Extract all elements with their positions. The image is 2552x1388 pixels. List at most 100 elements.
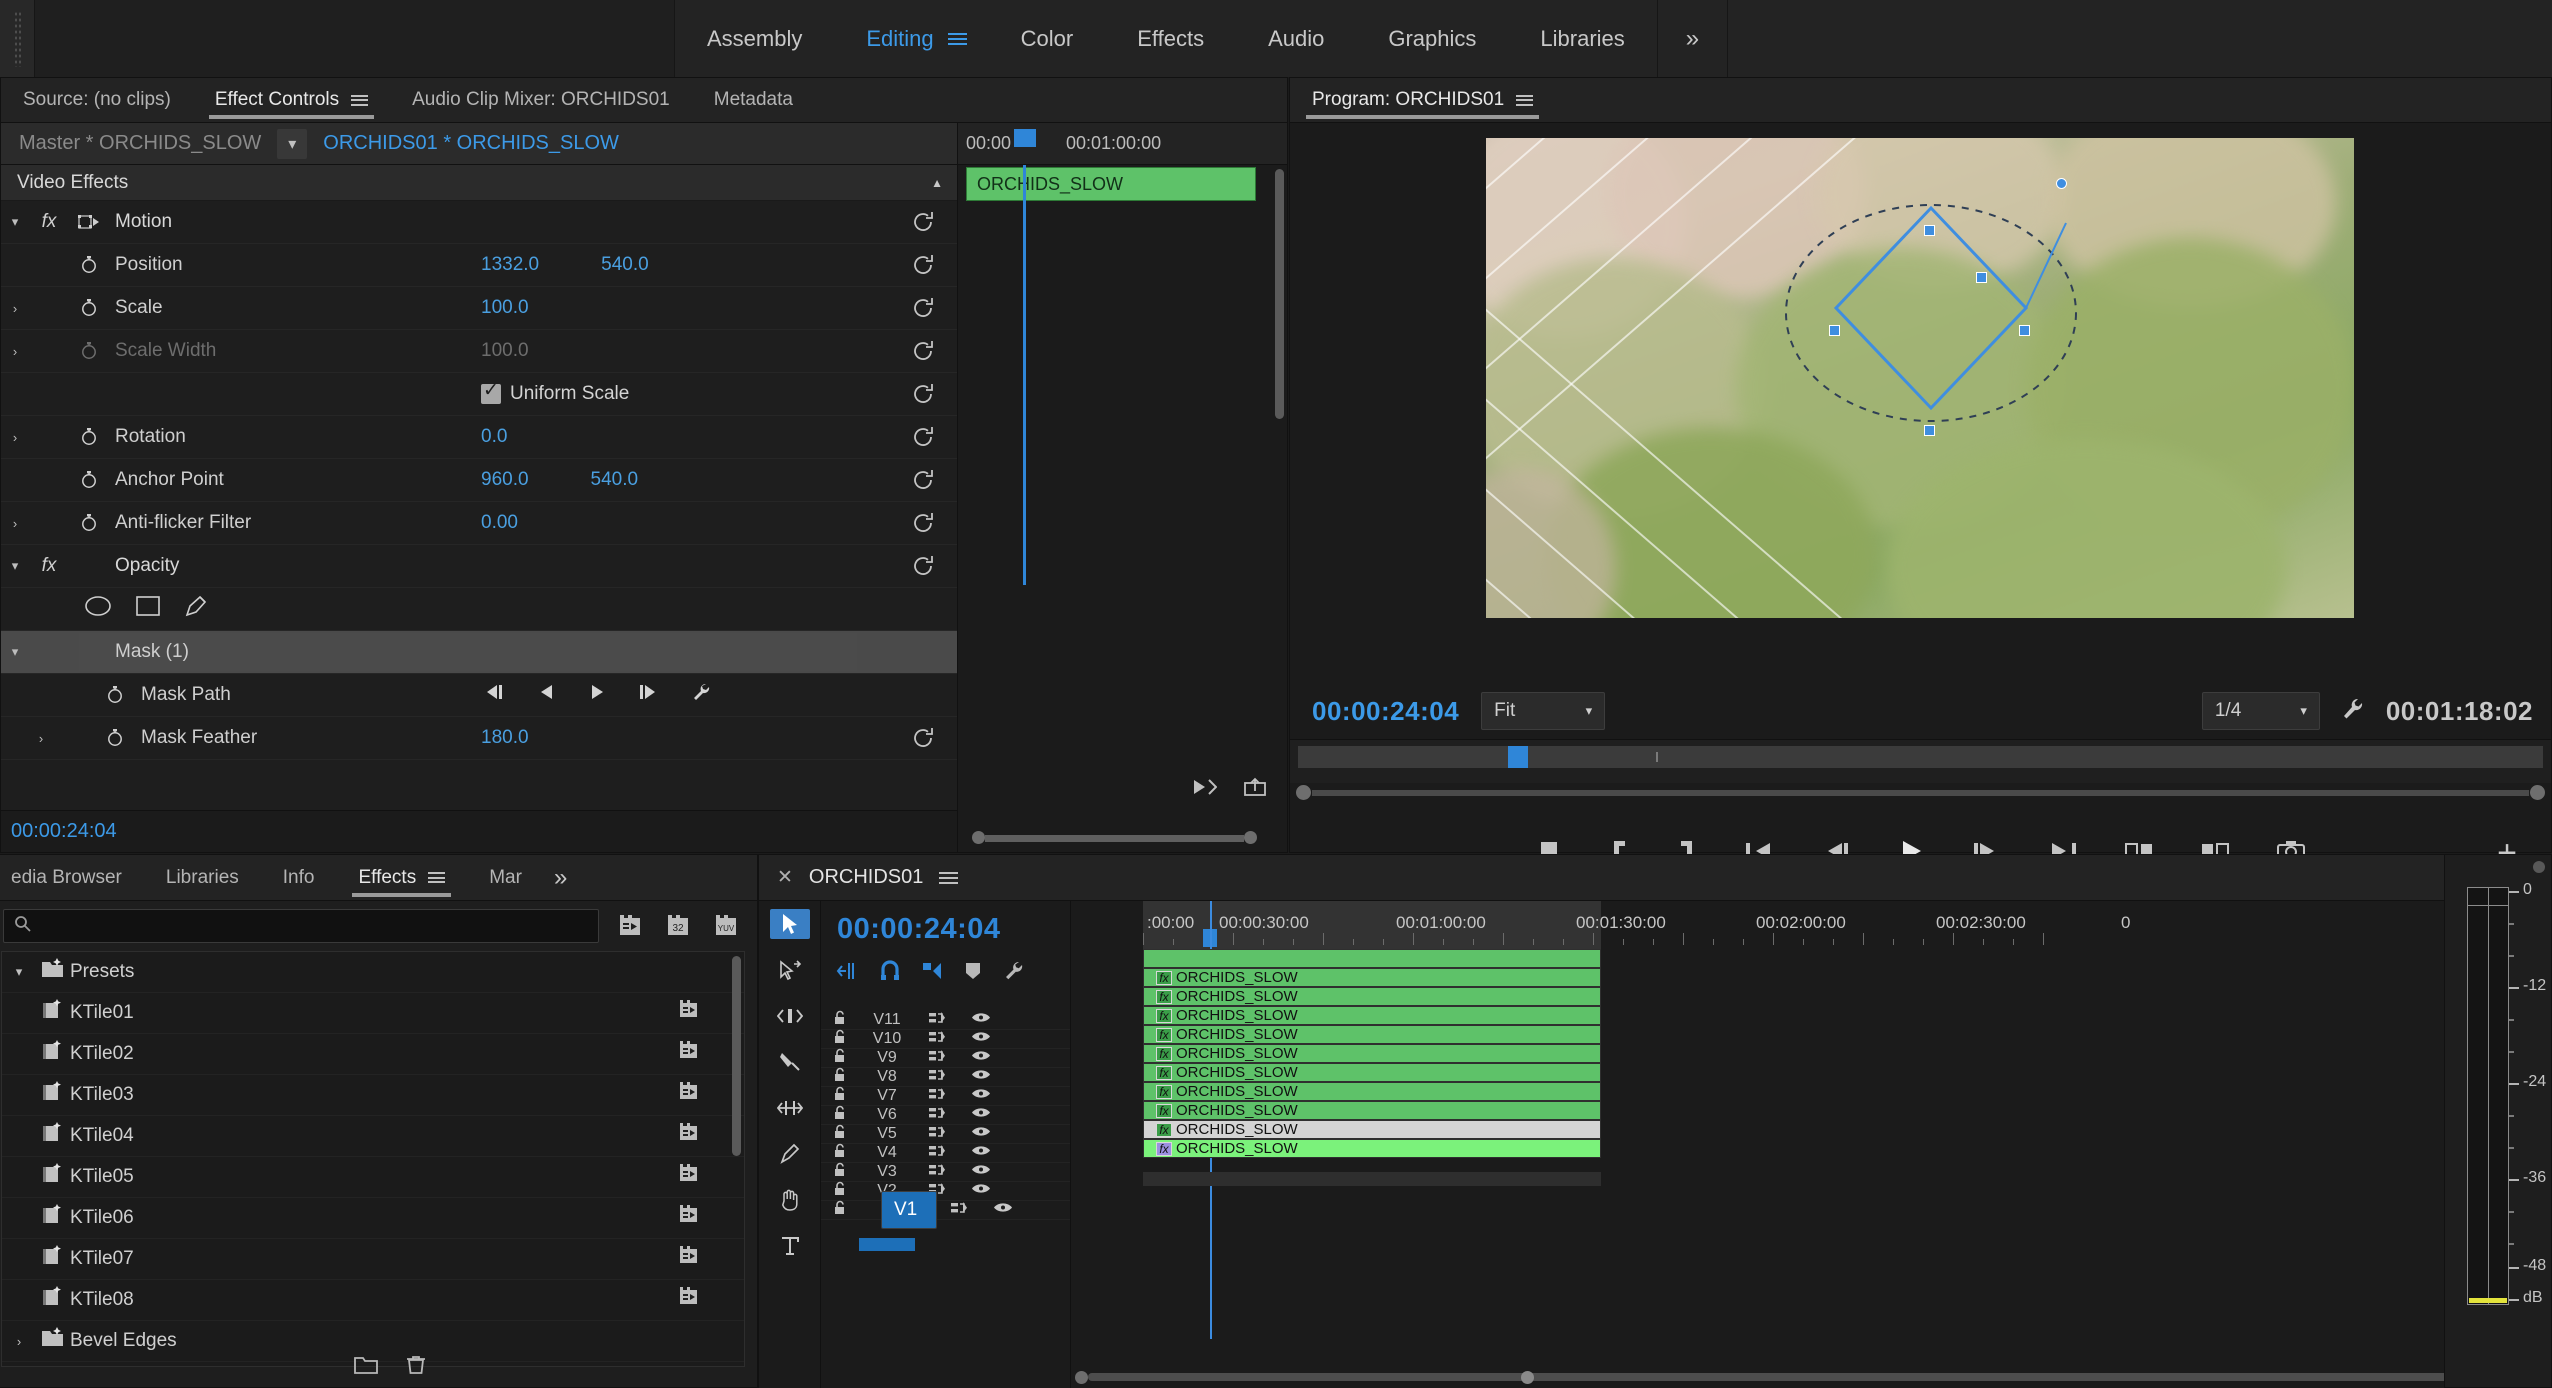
twirl-icon[interactable]: ▾ bbox=[1, 644, 29, 660]
ripple-edit-tool-icon[interactable] bbox=[770, 1001, 810, 1031]
close-icon[interactable]: ✕ bbox=[777, 866, 793, 889]
export-frame-icon[interactable] bbox=[1243, 777, 1267, 802]
track-header-v8[interactable]: V8 bbox=[821, 1067, 1070, 1087]
mask-feather-value[interactable]: 180.0 bbox=[481, 727, 529, 749]
track-header-v10[interactable]: V10 bbox=[821, 1029, 1070, 1049]
lock-icon[interactable] bbox=[821, 1162, 859, 1182]
reset-icon[interactable] bbox=[911, 339, 935, 363]
lock-icon[interactable] bbox=[821, 1086, 859, 1106]
reset-icon[interactable] bbox=[911, 468, 935, 492]
ellipse-mask-icon[interactable] bbox=[83, 594, 113, 624]
mask-tangent-handle[interactable] bbox=[1976, 272, 1987, 283]
timeline-horizontal-scrollbar[interactable] bbox=[1071, 1371, 2551, 1384]
track-visibility-icon[interactable] bbox=[959, 1049, 1003, 1067]
sync-lock-icon[interactable] bbox=[915, 1163, 959, 1182]
audio-track-area[interactable] bbox=[1143, 1172, 1601, 1186]
tree-item-presets[interactable]: ▾ Presets bbox=[2, 952, 744, 993]
razor-tool-icon[interactable] bbox=[770, 1047, 810, 1077]
mask-feather-handle[interactable] bbox=[2056, 178, 2067, 189]
track-header-v3[interactable]: V3 bbox=[821, 1162, 1070, 1182]
step-forward-icon[interactable] bbox=[637, 683, 661, 707]
lock-icon[interactable] bbox=[821, 1010, 859, 1030]
param-row-scale-width[interactable]: › Scale Width 100.0 bbox=[1, 330, 957, 373]
program-timeline-track[interactable] bbox=[1298, 746, 2543, 768]
lock-icon[interactable] bbox=[821, 1143, 859, 1163]
twirl-icon[interactable]: › bbox=[1, 301, 29, 316]
tree-item-ktile08[interactable]: KTile08 bbox=[2, 1280, 744, 1321]
delete-custom-items-icon[interactable] bbox=[405, 1354, 427, 1381]
linked-selection-icon[interactable] bbox=[921, 960, 943, 987]
track-visibility-icon[interactable] bbox=[959, 1087, 1003, 1105]
tree-item-ktile04[interactable]: KTile04 bbox=[2, 1116, 744, 1157]
chevron-down-icon[interactable]: ▾ bbox=[277, 128, 308, 159]
program-monitor-timeline[interactable] bbox=[1290, 739, 2551, 783]
effect-controls-time-ruler[interactable]: 00:00 00:01:00:00 bbox=[958, 123, 1287, 165]
selection-tool-icon[interactable] bbox=[769, 909, 810, 939]
rotation-value[interactable]: 0.0 bbox=[481, 426, 507, 448]
track-header-v11[interactable]: V11 bbox=[821, 1010, 1070, 1030]
position-y-value[interactable]: 540.0 bbox=[601, 254, 649, 276]
tab-audio-clip-mixer[interactable]: Audio Clip Mixer: ORCHIDS01 bbox=[390, 78, 692, 122]
track-header-v4[interactable]: V4 bbox=[821, 1143, 1070, 1163]
param-row-mask-path[interactable]: › Mask Path bbox=[1, 674, 957, 717]
track-header-v6[interactable]: V6 bbox=[821, 1105, 1070, 1125]
play-in-to-out-icon[interactable] bbox=[1191, 777, 1218, 802]
track-name-label[interactable]: V5 bbox=[859, 1125, 915, 1143]
tab-source[interactable]: Source: (no clips) bbox=[1, 78, 193, 122]
tab-media-browser[interactable]: edia Browser bbox=[0, 855, 144, 900]
stopwatch-icon[interactable] bbox=[69, 341, 109, 361]
program-zoom-scrollbar[interactable] bbox=[1290, 783, 2551, 813]
reset-icon[interactable] bbox=[911, 425, 935, 449]
audio-track-name-label[interactable] bbox=[859, 1237, 915, 1251]
anti-flicker-value[interactable]: 0.00 bbox=[481, 512, 518, 534]
reset-icon[interactable] bbox=[911, 554, 935, 578]
uniform-scale-control[interactable]: Uniform Scale bbox=[481, 379, 629, 405]
lock-icon[interactable] bbox=[821, 1048, 859, 1068]
active-clip-label[interactable]: ORCHIDS01 * ORCHIDS_SLOW bbox=[323, 132, 619, 155]
stopwatch-icon[interactable] bbox=[95, 685, 135, 705]
track-visibility-icon[interactable] bbox=[981, 1201, 1025, 1219]
sync-lock-icon[interactable] bbox=[915, 1030, 959, 1049]
track-visibility-icon[interactable] bbox=[959, 1106, 1003, 1124]
timeline-clip[interactable]: fx ORCHIDS_SLOW bbox=[1143, 1101, 1601, 1120]
track-visibility-icon[interactable] bbox=[959, 1144, 1003, 1162]
tree-item-ktile06[interactable]: KTile06 bbox=[2, 1198, 744, 1239]
track-name-label[interactable]: V1 bbox=[881, 1191, 937, 1229]
timeline-clip[interactable]: fx ORCHIDS_SLOW bbox=[1143, 1025, 1601, 1044]
track-name-label[interactable]: V9 bbox=[859, 1049, 915, 1067]
sync-lock-icon[interactable] bbox=[915, 1087, 959, 1106]
track-visibility-icon[interactable] bbox=[959, 1182, 1003, 1200]
track-backward-icon[interactable] bbox=[483, 683, 507, 707]
param-row-motion[interactable]: ▾ fx Motion bbox=[1, 201, 957, 244]
new-custom-bin-icon[interactable] bbox=[353, 1354, 379, 1381]
twirl-icon[interactable]: ▾ bbox=[2, 964, 36, 980]
timeline-clip[interactable]: fx ORCHIDS_SLOW bbox=[1143, 1082, 1601, 1101]
scale-width-value[interactable]: 100.0 bbox=[481, 340, 529, 362]
search-input-field[interactable] bbox=[40, 916, 598, 936]
timeline-current-timecode[interactable]: 00:00:24:04 bbox=[821, 901, 1070, 946]
track-visibility-icon[interactable] bbox=[959, 1163, 1003, 1181]
reset-icon[interactable] bbox=[911, 726, 935, 750]
param-row-position[interactable]: › Position 1332.0 540.0 bbox=[1, 244, 957, 287]
yuv-filter-icon[interactable]: YUV bbox=[709, 911, 743, 941]
effects-tree[interactable]: ▾ Presets KTile01 KTile02 KTile03 KTile0… bbox=[1, 951, 745, 1367]
program-duration-timecode[interactable]: 00:01:18:02 bbox=[2386, 696, 2551, 727]
workspace-tab-libraries[interactable]: Libraries bbox=[1508, 0, 1656, 77]
panel-menu-icon[interactable] bbox=[428, 870, 446, 886]
position-x-value[interactable]: 1332.0 bbox=[481, 254, 539, 276]
zoom-handle-right[interactable] bbox=[2530, 785, 2545, 800]
twirl-icon[interactable]: › bbox=[27, 731, 55, 746]
stopwatch-icon[interactable] bbox=[69, 513, 109, 533]
twirl-icon[interactable]: ▾ bbox=[1, 214, 29, 230]
reset-icon[interactable] bbox=[911, 382, 935, 406]
ec-clip-bar[interactable]: ORCHIDS_SLOW bbox=[966, 167, 1256, 201]
track-name-label[interactable]: V3 bbox=[859, 1163, 915, 1181]
mask-vertex-handle[interactable] bbox=[2019, 325, 2030, 336]
timeline-clip-selected[interactable]: fx ORCHIDS_SLOW bbox=[1143, 1120, 1601, 1139]
sync-lock-icon[interactable] bbox=[937, 1201, 981, 1220]
anchor-x-value[interactable]: 960.0 bbox=[481, 469, 529, 491]
sync-lock-icon[interactable] bbox=[915, 1125, 959, 1144]
track-header-v7[interactable]: V7 bbox=[821, 1086, 1070, 1106]
track-visibility-icon[interactable] bbox=[959, 1068, 1003, 1086]
tab-metadata[interactable]: Metadata bbox=[692, 78, 815, 122]
